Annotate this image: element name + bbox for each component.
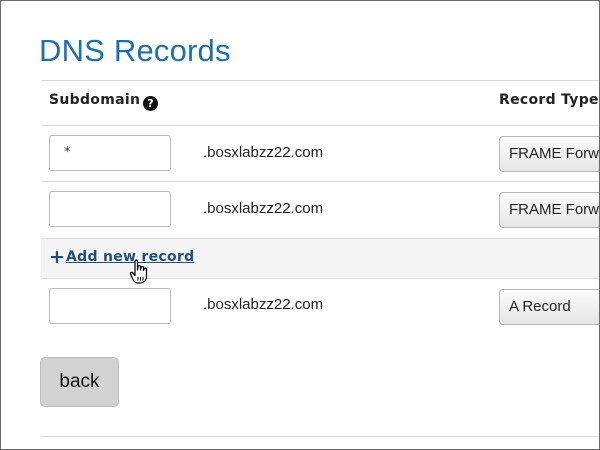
record-type-header: Record Type: [499, 92, 599, 108]
dns-records-page: DNS Records Subdomain ? Record Type * .b…: [0, 0, 600, 450]
add-record-row: +Add new record: [41, 238, 599, 279]
page-title: DNS Records: [39, 33, 231, 68]
subdomain-input[interactable]: *: [49, 135, 171, 171]
domain-suffix: .bosxlabzz22.com: [203, 296, 324, 313]
subdomain-input[interactable]: [49, 288, 171, 324]
record-type-select[interactable]: FRAME Forwarding: [499, 136, 599, 172]
subdomain-input[interactable]: [49, 191, 171, 227]
divider: [41, 125, 599, 126]
divider: [41, 436, 599, 437]
subdomain-header: Subdomain: [49, 92, 141, 108]
question-circle-icon[interactable]: ?: [143, 96, 158, 111]
divider: [41, 181, 599, 182]
record-type-select[interactable]: A Record: [499, 289, 599, 325]
record-type-select[interactable]: FRAME Forwarding: [499, 192, 599, 228]
plus-icon: +: [49, 246, 66, 268]
back-button[interactable]: back: [40, 357, 119, 407]
domain-suffix: .bosxlabzz22.com: [203, 144, 324, 161]
hand-pointer-icon: [129, 259, 151, 289]
add-new-record-link[interactable]: +Add new record: [49, 246, 194, 268]
domain-suffix: .bosxlabzz22.com: [203, 200, 324, 217]
divider: [41, 80, 599, 81]
